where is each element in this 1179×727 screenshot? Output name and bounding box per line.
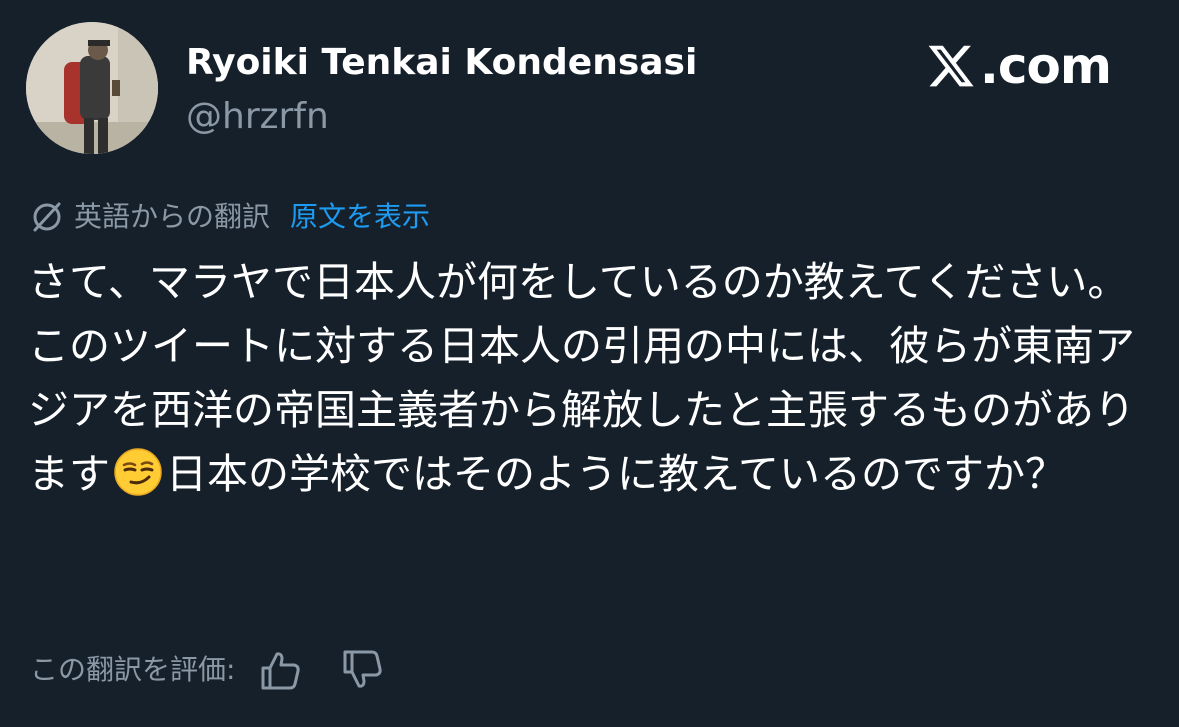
- brand-watermark: .com: [926, 37, 1112, 95]
- translated-from-label: 英語からの翻訳: [74, 200, 271, 233]
- tweet-text-part2: 日本の学校ではそのように教えているのですか？: [166, 450, 1066, 498]
- author-display-name[interactable]: Ryoiki Tenkai Kondensasi: [186, 40, 697, 86]
- thumbs-down-icon[interactable]: [341, 648, 385, 692]
- smirking-face-emoji: [114, 448, 162, 496]
- author-handle[interactable]: @hrzrfn: [186, 94, 329, 140]
- tweet-text: さて、マラヤで日本人が何をしているのか教えてください。このツイートに対する日本人…: [28, 250, 1153, 506]
- show-original-link[interactable]: 原文を表示: [290, 197, 430, 237]
- avatar-photo: [26, 22, 158, 154]
- avatar[interactable]: [26, 22, 158, 154]
- rate-translation-label: この翻訳を評価:: [30, 653, 236, 686]
- x-logo-icon: [928, 45, 974, 87]
- translation-rating: この翻訳を評価:: [30, 648, 385, 692]
- translate-icon: [33, 202, 61, 232]
- thumbs-up-icon[interactable]: [259, 648, 303, 692]
- translation-bar: 英語からの翻訳 原文を表示: [28, 197, 430, 237]
- brand-text: .com: [979, 37, 1112, 95]
